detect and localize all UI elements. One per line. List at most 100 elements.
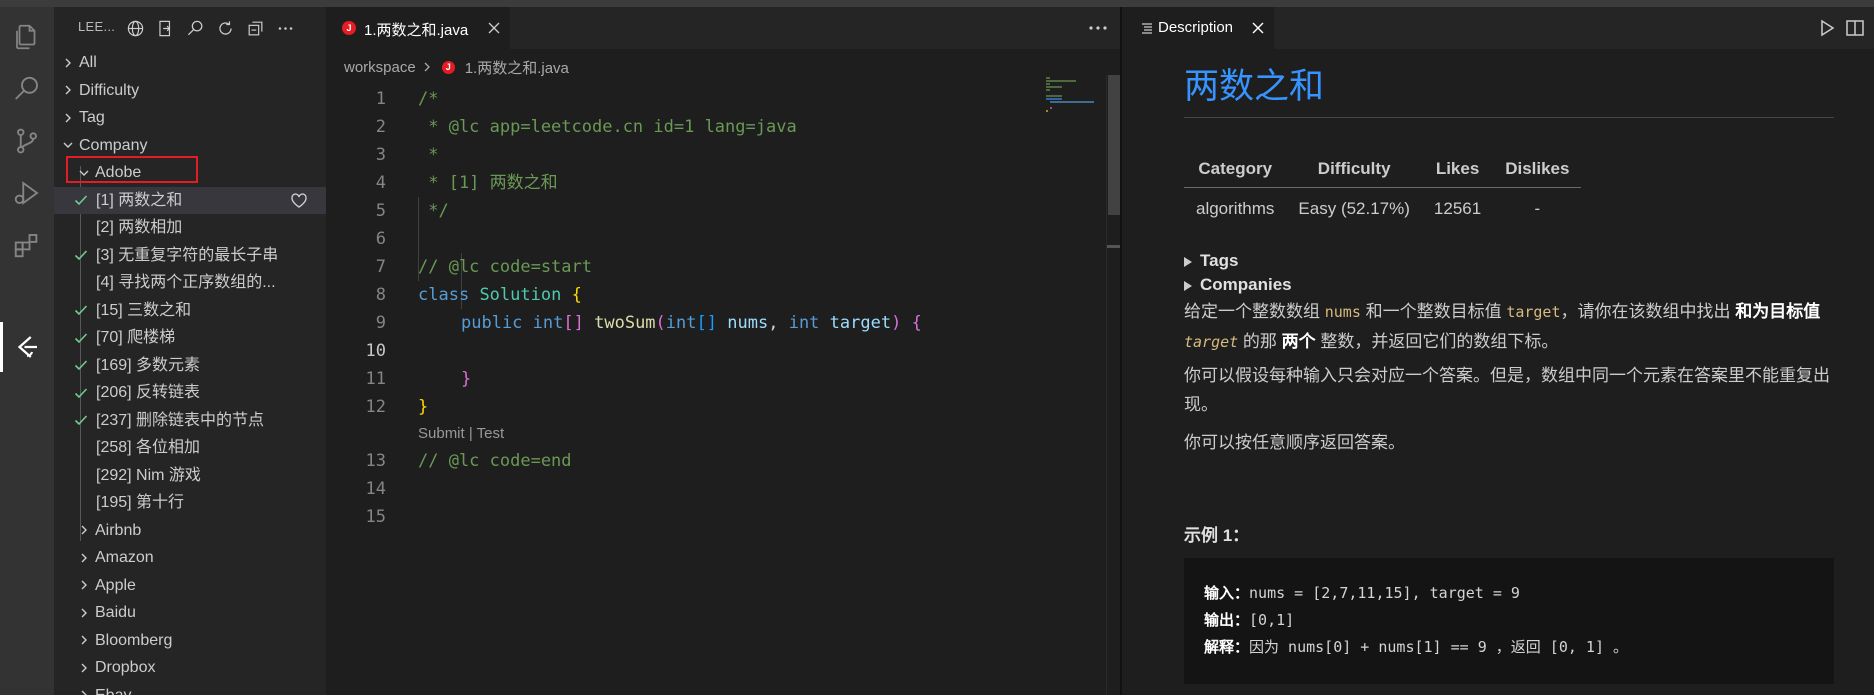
problem-item[interactable]: [195] 第十行 <box>54 489 326 517</box>
extensions-icon[interactable] <box>7 225 47 265</box>
tree-item-label: [206] 反转链表 <box>96 384 201 401</box>
tree-item-label: Dropbox <box>95 659 156 676</box>
tree-item[interactable]: Company <box>54 132 326 160</box>
example-label: 解释： <box>1204 639 1250 656</box>
chevron-right-icon <box>60 104 76 132</box>
source-control-icon[interactable] <box>7 121 47 161</box>
inline-code: target <box>1506 303 1561 321</box>
split-editor-icon[interactable] <box>1844 17 1866 39</box>
editor-scrollbar[interactable] <box>1106 75 1121 695</box>
tree-item[interactable]: Apple <box>54 572 326 600</box>
problem-item[interactable]: [237] 删除链表中的节点 <box>54 407 326 435</box>
line-number: 8 <box>375 285 386 305</box>
active-indicator <box>0 322 3 372</box>
tree-item[interactable]: Bloomberg <box>54 627 326 655</box>
breadcrumb-folder[interactable]: workspace <box>344 59 416 76</box>
param-nums: nums <box>727 313 769 333</box>
problem-item[interactable]: [3] 无重复字符的最长子串 <box>54 242 326 270</box>
code-text: public int[] twoSum(int[] nums, int targ… <box>461 309 922 337</box>
close-icon[interactable] <box>1250 20 1266 36</box>
tab-label: 1.两数之和.java <box>364 22 469 39</box>
breadcrumb-file[interactable]: 1.两数之和.java <box>465 57 569 78</box>
chevron-right-icon <box>60 77 76 105</box>
keyword-int: int <box>665 313 697 333</box>
line-number: 11 <box>365 369 386 389</box>
refresh-icon[interactable] <box>214 17 236 39</box>
tree-item-label: [258] 各位相加 <box>96 439 201 456</box>
method-name: twoSum <box>594 313 656 333</box>
tree-item[interactable]: Amazon <box>54 544 326 572</box>
globe-icon[interactable] <box>124 17 146 39</box>
collapse-all-icon[interactable] <box>244 17 266 39</box>
chevron-right-icon <box>76 599 92 627</box>
code-text: } <box>461 369 472 389</box>
code-text: */ <box>418 201 449 221</box>
problem-item[interactable]: [1] 两数之和 <box>54 186 326 214</box>
minimap[interactable] <box>1044 75 1104 115</box>
chevron-right-icon <box>60 49 76 77</box>
problem-item[interactable]: [15] 三数之和 <box>54 297 326 325</box>
bracket: { <box>911 313 922 333</box>
more-actions-icon[interactable] <box>1086 16 1110 40</box>
search-problem-icon[interactable] <box>184 17 206 39</box>
close-icon[interactable] <box>486 20 502 36</box>
more-actions-icon[interactable] <box>274 17 296 39</box>
heart-icon[interactable] <box>290 192 308 210</box>
description-paragraph: 你可以假设每种输入只会对应一个答案。但是，数组中同一个元素在答案里不能重复出现。 <box>1184 366 1830 414</box>
table-header: Dislikes <box>1493 151 1582 188</box>
tree-item[interactable]: Dropbox <box>54 654 326 682</box>
tree-item[interactable]: Baidu <box>54 599 326 627</box>
run-icon[interactable] <box>1816 17 1838 39</box>
example-output: 输出：[0,1] <box>1204 607 1814 634</box>
sidebar-header: LEE... <box>54 7 326 47</box>
tree-item[interactable]: Tag <box>54 104 326 132</box>
tags-toggle[interactable]: Tags <box>1184 251 1238 271</box>
bracket: [] <box>563 313 584 333</box>
example-value: [0,1] <box>1249 611 1295 629</box>
companies-toggle[interactable]: Companies <box>1184 275 1292 295</box>
code-editor: J 1.两数之和.java workspace J 1.两数之和.java 1 /… <box>326 7 1121 695</box>
problem-item[interactable]: [292] Nim 游戏 <box>54 462 326 490</box>
table-header: Likes <box>1421 151 1494 188</box>
code-text: * @lc app=leetcode.cn id=1 lang=java <box>418 117 797 137</box>
class-name: Solution <box>479 285 562 305</box>
tree-item[interactable]: Ebay <box>54 682 326 695</box>
line-number: 4 <box>375 173 386 193</box>
check-icon <box>72 242 90 270</box>
tab-description[interactable]: Description <box>1122 7 1274 49</box>
check-icon <box>72 324 90 352</box>
tree-item[interactable]: All <box>54 49 326 77</box>
tree-item-label: [1] 两数之和 <box>96 191 183 209</box>
scrollbar-marker <box>1107 245 1121 248</box>
tree-item-label: Baidu <box>95 604 136 621</box>
tree-item[interactable]: Difficulty <box>54 77 326 105</box>
chevron-right-icon <box>76 517 92 545</box>
leetcode-icon[interactable] <box>7 327 47 367</box>
sign-in-icon[interactable] <box>154 17 176 39</box>
problem-item[interactable]: [70] 爬楼梯 <box>54 324 326 352</box>
preview-icon <box>1140 21 1154 35</box>
problem-item[interactable]: [2] 两数相加 <box>54 214 326 242</box>
explorer-icon[interactable] <box>7 17 47 57</box>
codelens-submit-test[interactable]: Submit | Test <box>418 422 504 446</box>
problem-item[interactable]: [169] 多数元素 <box>54 352 326 380</box>
tags-label: Tags <box>1200 251 1239 270</box>
run-debug-icon[interactable] <box>7 173 47 213</box>
problem-item[interactable]: [258] 各位相加 <box>54 434 326 462</box>
keyword-int: int <box>532 313 564 333</box>
line-number: 13 <box>365 451 386 471</box>
problem-info-table: Category Difficulty Likes Dislikes algor… <box>1184 151 1582 230</box>
highlight-selected-problem <box>66 156 198 183</box>
title-strip <box>0 0 1874 7</box>
example-input: 输入：nums = [2,7,11,15], target = 9 <box>1204 580 1814 607</box>
tree-item-label: Amazon <box>95 549 154 566</box>
tab-java-file[interactable]: J 1.两数之和.java <box>326 7 510 49</box>
bracket: [] <box>696 313 717 333</box>
problem-item[interactable]: [4] 寻找两个正序数组的... <box>54 269 326 297</box>
check-icon <box>72 379 90 407</box>
problem-item[interactable]: [206] 反转链表 <box>54 379 326 407</box>
tree-item-label: [70] 爬楼梯 <box>96 329 176 346</box>
search-icon[interactable] <box>7 69 47 109</box>
tree-item[interactable]: Airbnb <box>54 517 326 545</box>
sidebar-title: LEE... <box>78 19 116 34</box>
